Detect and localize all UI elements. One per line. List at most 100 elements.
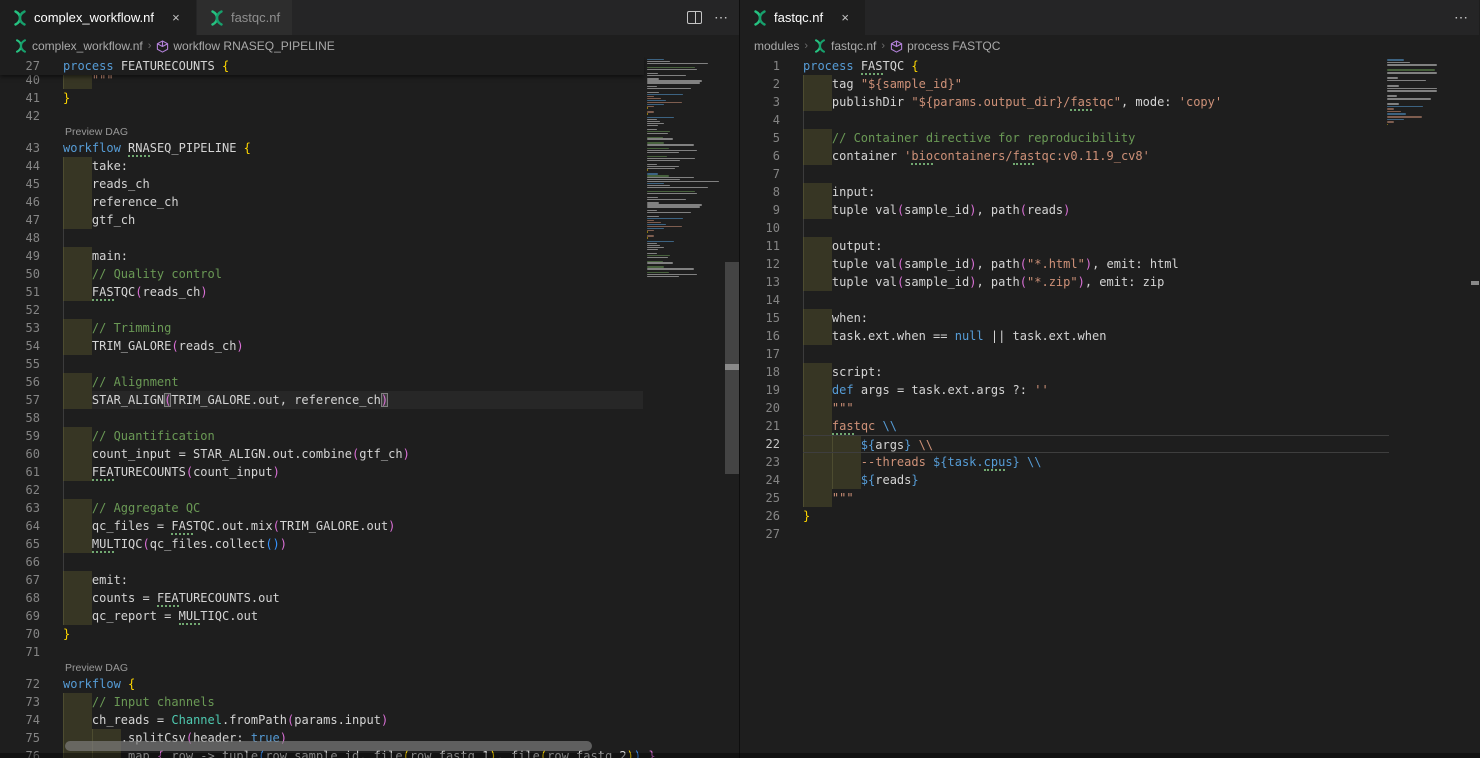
- line-number[interactable]: 73: [0, 693, 63, 711]
- line-number[interactable]: 24: [740, 471, 803, 489]
- code-line-14[interactable]: 14: [740, 291, 1479, 309]
- line-number[interactable]: 69: [0, 607, 63, 625]
- line-number[interactable]: 25: [740, 489, 803, 507]
- line-number[interactable]: 65: [0, 535, 63, 553]
- line-number[interactable]: 13: [740, 273, 803, 291]
- code-line-20[interactable]: 20 """: [740, 399, 1479, 417]
- code-line-63[interactable]: 63 // Aggregate QC: [0, 499, 739, 517]
- tab-fastqc.nf[interactable]: fastqc.nf: [197, 0, 293, 35]
- code-line-27[interactable]: 27 process FEATURECOUNTS {: [0, 57, 644, 75]
- line-number[interactable]: 49: [0, 247, 63, 265]
- line-number[interactable]: 8: [740, 183, 803, 201]
- line-number[interactable]: 18: [740, 363, 803, 381]
- codelens-preview-dag[interactable]: Preview DAG: [65, 662, 128, 675]
- more-actions-icon[interactable]: ⋯: [714, 9, 729, 26]
- code-line-22[interactable]: 22 ${args} \\: [740, 435, 1479, 453]
- code-line-61[interactable]: 61 FEATURECOUNTS(count_input): [0, 463, 739, 481]
- code-line-16[interactable]: 16 task.ext.when == null || task.ext.whe…: [740, 327, 1479, 345]
- breadcrumb-item[interactable]: workflow RNASEQ_PIPELINE: [156, 39, 334, 53]
- code-line-54[interactable]: 54 TRIM_GALORE(reads_ch): [0, 337, 739, 355]
- line-number[interactable]: 74: [0, 711, 63, 729]
- code-line-24[interactable]: 24 ${reads}: [740, 471, 1479, 489]
- code-line-18[interactable]: 18 script:: [740, 363, 1479, 381]
- line-number[interactable]: 27: [0, 57, 63, 75]
- code-line-6[interactable]: 6 container 'biocontainers/fastqc:v0.11.…: [740, 147, 1479, 165]
- code-line-8[interactable]: 8 input:: [740, 183, 1479, 201]
- code-line-51[interactable]: 51 FASTQC(reads_ch): [0, 283, 739, 301]
- code-line-67[interactable]: 67 emit:: [0, 571, 739, 589]
- line-number[interactable]: 53: [0, 319, 63, 337]
- line-number[interactable]: 10: [740, 219, 803, 237]
- code-line-48[interactable]: 48: [0, 229, 739, 247]
- line-number[interactable]: 1: [740, 57, 803, 75]
- code-line-68[interactable]: 68 counts = FEATURECOUNTS.out: [0, 589, 739, 607]
- line-number[interactable]: 17: [740, 345, 803, 363]
- code-line-71[interactable]: 71: [0, 643, 739, 661]
- tab-complex_workflow.nf[interactable]: complex_workflow.nf ×: [0, 0, 197, 35]
- code-line-66[interactable]: 66: [0, 553, 739, 571]
- code-line-27[interactable]: 27: [740, 525, 1479, 543]
- line-number[interactable]: 6: [740, 147, 803, 165]
- line-number[interactable]: 27: [740, 525, 803, 543]
- code-line-9[interactable]: 9 tuple val(sample_id), path(reads): [740, 201, 1479, 219]
- code-line-42[interactable]: 42: [0, 107, 739, 125]
- line-number[interactable]: 43: [0, 139, 63, 157]
- code-line-1[interactable]: 1 process FASTQC {: [740, 57, 1479, 75]
- code-line-11[interactable]: 11 output:: [740, 237, 1479, 255]
- code-line-43[interactable]: 43 workflow RNASEQ_PIPELINE {: [0, 139, 739, 157]
- code-line-62[interactable]: 62: [0, 481, 739, 499]
- code-line-12[interactable]: 12 tuple val(sample_id), path("*.html"),…: [740, 255, 1479, 273]
- line-number[interactable]: 12: [740, 255, 803, 273]
- split-editor-icon[interactable]: [687, 11, 702, 24]
- code-line-2[interactable]: 2 tag "${sample_id}": [740, 75, 1479, 93]
- code-line-56[interactable]: 56 // Alignment: [0, 373, 739, 391]
- line-number[interactable]: 41: [0, 89, 63, 107]
- close-icon[interactable]: ×: [168, 10, 184, 25]
- line-number[interactable]: 75: [0, 729, 63, 747]
- line-number[interactable]: 19: [740, 381, 803, 399]
- code-line-3[interactable]: 3 publishDir "${params.output_dir}/fastq…: [740, 93, 1479, 111]
- code-line-47[interactable]: 47 gtf_ch: [0, 211, 739, 229]
- line-number[interactable]: 45: [0, 175, 63, 193]
- code-line-15[interactable]: 15 when:: [740, 309, 1479, 327]
- code-line-25[interactable]: 25 """: [740, 489, 1479, 507]
- line-number[interactable]: 7: [740, 165, 803, 183]
- code-line-72[interactable]: 72 workflow {: [0, 675, 739, 693]
- line-number[interactable]: 71: [0, 643, 63, 661]
- line-number[interactable]: 42: [0, 107, 63, 125]
- line-number[interactable]: 50: [0, 265, 63, 283]
- code-line-50[interactable]: 50 // Quality control: [0, 265, 739, 283]
- line-number[interactable]: 64: [0, 517, 63, 535]
- code-line-45[interactable]: 45 reads_ch: [0, 175, 739, 193]
- code-line-21[interactable]: 21 fastqc \\: [740, 417, 1479, 435]
- minimap[interactable]: [1385, 57, 1442, 758]
- horizontal-scrollbar-thumb[interactable]: [65, 741, 592, 751]
- line-number[interactable]: 46: [0, 193, 63, 211]
- code-line-70[interactable]: 70 }: [0, 625, 739, 643]
- tab-fastqc.nf[interactable]: fastqc.nf ×: [740, 0, 866, 35]
- code-line-44[interactable]: 44 take:: [0, 157, 739, 175]
- code-line-59[interactable]: 59 // Quantification: [0, 427, 739, 445]
- line-number[interactable]: 66: [0, 553, 63, 571]
- code-line-5[interactable]: 5 // Container directive for reproducibi…: [740, 129, 1479, 147]
- code-line-65[interactable]: 65 MULTIQC(qc_files.collect()): [0, 535, 739, 553]
- code-line-64[interactable]: 64 qc_files = FASTQC.out.mix(TRIM_GALORE…: [0, 517, 739, 535]
- line-number[interactable]: 21: [740, 417, 803, 435]
- code-line-10[interactable]: 10: [740, 219, 1479, 237]
- code-line-74[interactable]: 74 ch_reads = Channel.fromPath(params.in…: [0, 711, 739, 729]
- code-line-52[interactable]: 52: [0, 301, 739, 319]
- code-line-4[interactable]: 4: [740, 111, 1479, 129]
- line-number[interactable]: 5: [740, 129, 803, 147]
- code-line-58[interactable]: 58: [0, 409, 739, 427]
- line-number[interactable]: 60: [0, 445, 63, 463]
- more-actions-icon[interactable]: ⋯: [1454, 9, 1469, 26]
- line-number[interactable]: 22: [740, 435, 803, 453]
- close-icon[interactable]: ×: [837, 10, 853, 25]
- code-line-23[interactable]: 23 --threads ${task.cpus} \\: [740, 453, 1479, 471]
- code-line-7[interactable]: 7: [740, 165, 1479, 183]
- line-number[interactable]: 11: [740, 237, 803, 255]
- code-line-41[interactable]: 41 }: [0, 89, 739, 107]
- line-number[interactable]: 44: [0, 157, 63, 175]
- code-line-19[interactable]: 19 def args = task.ext.args ?: '': [740, 381, 1479, 399]
- code-line-53[interactable]: 53 // Trimming: [0, 319, 739, 337]
